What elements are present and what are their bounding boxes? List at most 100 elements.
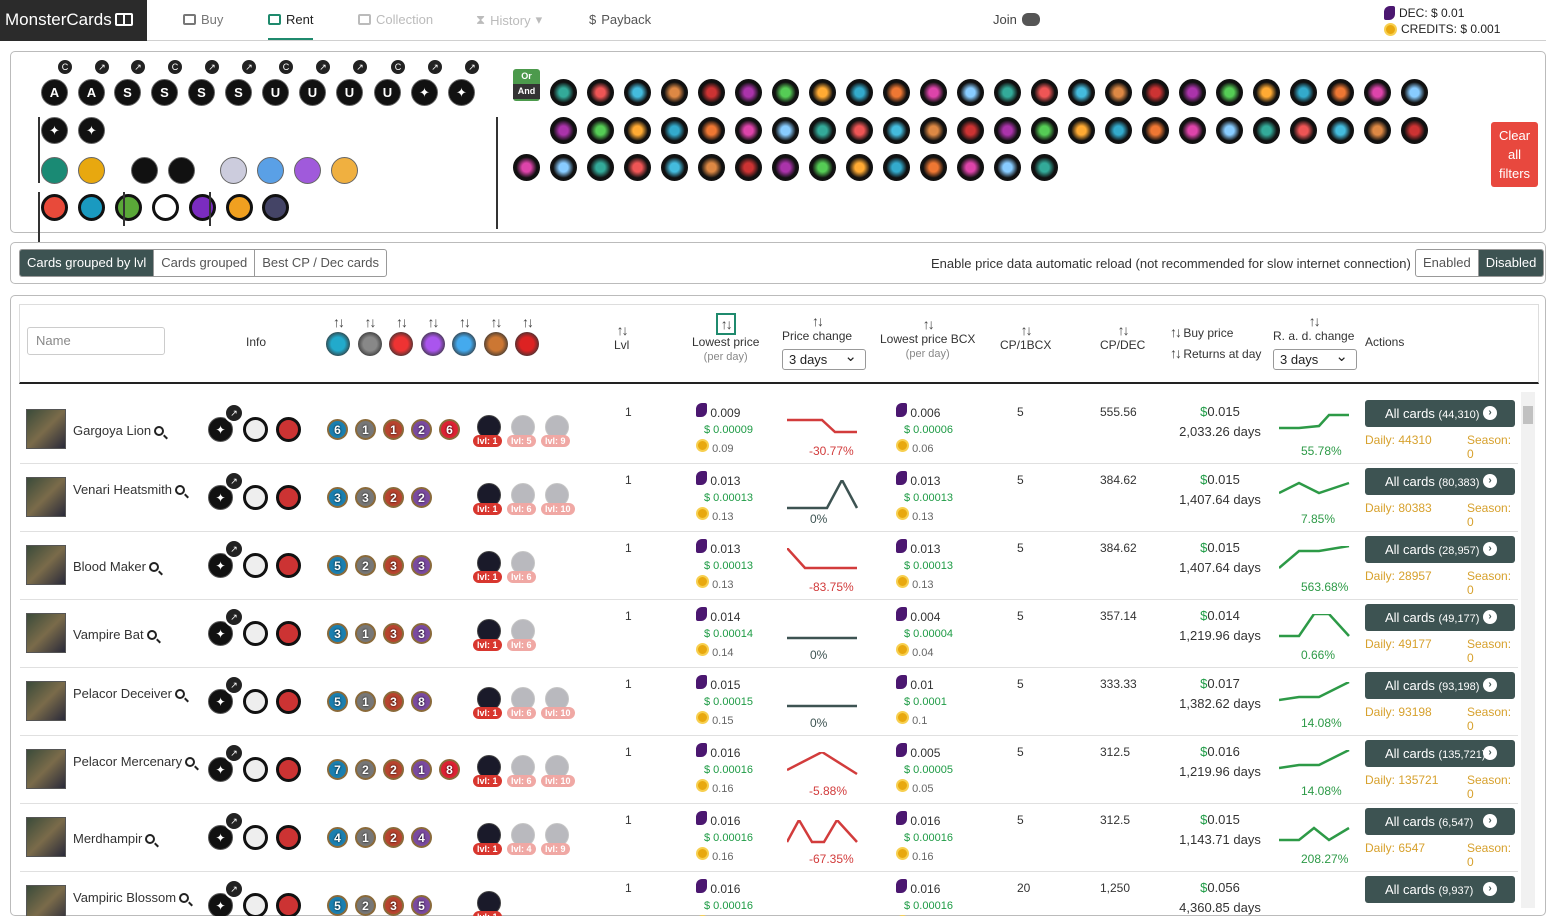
- ability-filter-icon[interactable]: [1327, 79, 1354, 106]
- ability-filter-icon[interactable]: [1031, 154, 1058, 181]
- nav-history[interactable]: ⧗ History ▾: [476, 12, 542, 28]
- th-stat-ranged[interactable]: ↑↓: [389, 314, 413, 356]
- search-icon[interactable]: [154, 426, 165, 436]
- element-filter-icon[interactable]: [115, 194, 142, 221]
- ability-filter-icon[interactable]: [883, 117, 910, 144]
- th-rad-change[interactable]: ↑↓ R. a. d. change: [1273, 313, 1354, 343]
- ability-filter-icon[interactable]: [1142, 117, 1169, 144]
- search-icon[interactable]: [146, 630, 157, 640]
- card-name[interactable]: Vampiric Blossom: [73, 889, 203, 907]
- edition-filter-icon[interactable]: ✦: [41, 117, 68, 144]
- card-image[interactable]: [26, 545, 66, 585]
- element-filter-icon[interactable]: [152, 194, 179, 221]
- ability-filter-icon[interactable]: [957, 79, 984, 106]
- nav-join[interactable]: Join: [993, 12, 1040, 27]
- clear-filters-button[interactable]: Clear all filters: [1491, 122, 1538, 187]
- search-icon[interactable]: [185, 757, 196, 767]
- ability-filter-icon[interactable]: [994, 117, 1021, 144]
- rarity-filter-icon[interactable]: [257, 157, 284, 184]
- rarity-filter-icon[interactable]: [220, 157, 247, 184]
- rarity-filter-icon[interactable]: [294, 157, 321, 184]
- card-name[interactable]: Pelacor Deceiver: [73, 685, 203, 703]
- all-cards-button[interactable]: All cards (6,547) ›: [1365, 808, 1515, 835]
- search-icon[interactable]: [148, 562, 159, 572]
- card-name[interactable]: Gargoya Lion: [73, 422, 203, 440]
- edition-filter-icon[interactable]: ✦: [78, 117, 105, 144]
- rarity-filter-icon[interactable]: [78, 157, 105, 184]
- edition-filter-icon[interactable]: U: [262, 79, 289, 106]
- ability-filter-icon[interactable]: [883, 79, 910, 106]
- ability-filter-icon[interactable]: [809, 154, 836, 181]
- ability-filter-icon[interactable]: [1031, 79, 1058, 106]
- ability-filter-icon[interactable]: [550, 117, 577, 144]
- ability-filter-icon[interactable]: [846, 117, 873, 144]
- scrollbar-thumb[interactable]: [1523, 406, 1533, 424]
- ability-filter-icon[interactable]: [772, 79, 799, 106]
- reload-enabled[interactable]: Enabled: [1416, 250, 1479, 276]
- ability-filter-icon[interactable]: [1216, 79, 1243, 106]
- all-cards-button[interactable]: All cards (80,383) ›: [1365, 468, 1515, 495]
- view-grouped-by-lvl[interactable]: Cards grouped by lvl: [20, 250, 155, 276]
- ability-filter-icon[interactable]: [772, 154, 799, 181]
- edition-filter-icon[interactable]: U: [374, 79, 401, 106]
- card-name[interactable]: Vampire Bat: [73, 626, 203, 644]
- reload-disabled[interactable]: Disabled: [1478, 250, 1544, 276]
- view-best-cp-dec[interactable]: Best CP / Dec cards: [255, 250, 386, 276]
- edition-filter-icon[interactable]: ✦: [448, 79, 475, 106]
- ability-filter-icon[interactable]: [1401, 79, 1428, 106]
- rarity-filter-icon[interactable]: [41, 157, 68, 184]
- edition-filter-icon[interactable]: S: [188, 79, 215, 106]
- ability-filter-icon[interactable]: [624, 154, 651, 181]
- ability-filter-icon[interactable]: [920, 117, 947, 144]
- ability-filter-icon[interactable]: [698, 117, 725, 144]
- view-grouped[interactable]: Cards grouped: [154, 250, 256, 276]
- th-stat-attack[interactable]: ↑↓: [357, 314, 382, 356]
- ability-filter-icon[interactable]: [1364, 79, 1391, 106]
- edition-filter-icon[interactable]: A: [78, 79, 105, 106]
- th-lowest-price[interactable]: ↑↓ Lowest price (per day): [692, 313, 759, 363]
- th-lowest-bcx[interactable]: ↑↓ Lowest price BCX (per day): [880, 316, 975, 360]
- all-cards-button[interactable]: All cards (28,957) ›: [1365, 536, 1515, 563]
- all-cards-button[interactable]: All cards (135,721) ›: [1365, 740, 1515, 767]
- rad-days-select[interactable]: 3 days: [1273, 347, 1357, 370]
- ability-filter-icon[interactable]: [661, 117, 688, 144]
- ability-filter-icon[interactable]: [883, 154, 910, 181]
- edition-filter-icon[interactable]: U: [299, 79, 326, 106]
- edition-filter-icon[interactable]: S: [151, 79, 178, 106]
- card-image[interactable]: [26, 885, 66, 916]
- ability-filter-icon[interactable]: [957, 117, 984, 144]
- ability-filter-icon[interactable]: [772, 117, 799, 144]
- ability-filter-icon[interactable]: [550, 79, 577, 106]
- ability-filter-icon[interactable]: [550, 154, 577, 181]
- rarity-filter-icon[interactable]: [168, 157, 195, 184]
- card-name[interactable]: Merdhampir: [73, 830, 203, 848]
- ability-filter-icon[interactable]: [1327, 117, 1354, 144]
- ability-filter-icon[interactable]: [1216, 117, 1243, 144]
- nav-rent[interactable]: Rent: [268, 12, 314, 40]
- ability-filter-icon[interactable]: [920, 79, 947, 106]
- ability-filter-icon[interactable]: [1179, 79, 1206, 106]
- th-cp-bcx[interactable]: ↑↓ CP/1BCX: [1000, 322, 1051, 352]
- ability-filter-icon[interactable]: [1105, 79, 1132, 106]
- ability-filter-icon[interactable]: [846, 79, 873, 106]
- ability-filter-icon[interactable]: [809, 117, 836, 144]
- ability-filter-icon[interactable]: [994, 154, 1021, 181]
- all-cards-button[interactable]: All cards (93,198) ›: [1365, 672, 1515, 699]
- th-lvl[interactable]: ↑↓ Lvl: [614, 322, 629, 352]
- all-cards-button[interactable]: All cards (9,937) ›: [1365, 876, 1515, 903]
- or-and-toggle[interactable]: Or And: [513, 69, 540, 101]
- ability-filter-icon[interactable]: [1105, 117, 1132, 144]
- element-filter-icon[interactable]: [41, 194, 68, 221]
- th-buy-price[interactable]: ↑↓ Buy price ↑↓ Returns at day: [1170, 322, 1261, 364]
- card-image[interactable]: [26, 613, 66, 653]
- ability-filter-icon[interactable]: [1290, 117, 1317, 144]
- card-image[interactable]: [26, 477, 66, 517]
- search-icon[interactable]: [179, 893, 190, 903]
- nav-collection[interactable]: Collection: [358, 12, 433, 27]
- ability-filter-icon[interactable]: [1253, 79, 1280, 106]
- th-cp-dec[interactable]: ↑↓ CP/DEC: [1100, 322, 1145, 352]
- ability-filter-icon[interactable]: [698, 79, 725, 106]
- ability-filter-icon[interactable]: [1142, 79, 1169, 106]
- all-cards-button[interactable]: All cards (44,310) ›: [1365, 400, 1515, 427]
- element-filter-icon[interactable]: [226, 194, 253, 221]
